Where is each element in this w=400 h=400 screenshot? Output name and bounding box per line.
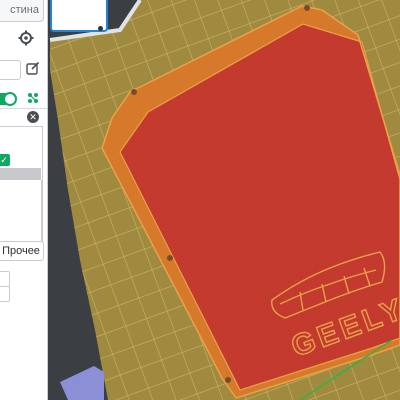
tab-plate-label: стина: [10, 4, 39, 16]
edit-icon[interactable]: [26, 61, 40, 75]
divider: [0, 108, 47, 109]
selected-list-row[interactable]: [0, 168, 41, 180]
close-icon[interactable]: ✕: [27, 111, 39, 123]
tab-plate[interactable]: стина: [0, 0, 44, 22]
preset-input[interactable]: [0, 60, 21, 80]
corner-post: [225, 377, 231, 383]
corner-post: [131, 89, 137, 95]
toggle-icon[interactable]: [3, 92, 17, 106]
thumbnail-indicator: [98, 26, 103, 31]
connections-icon[interactable]: [27, 92, 39, 104]
settings-panel: стина ✕ ✓ Прочее: [0, 0, 48, 400]
object-list[interactable]: [0, 126, 43, 258]
option-button[interactable]: [0, 271, 10, 287]
corner-post: [167, 255, 173, 261]
option-button[interactable]: [0, 286, 10, 302]
other-button-label: Прочее: [2, 245, 40, 257]
other-button[interactable]: Прочее: [0, 241, 44, 261]
corner-post: [304, 5, 310, 11]
3d-viewport[interactable]: GEELY: [47, 0, 400, 400]
gear-icon[interactable]: [18, 30, 34, 46]
checkbox-checked[interactable]: ✓: [0, 154, 10, 166]
